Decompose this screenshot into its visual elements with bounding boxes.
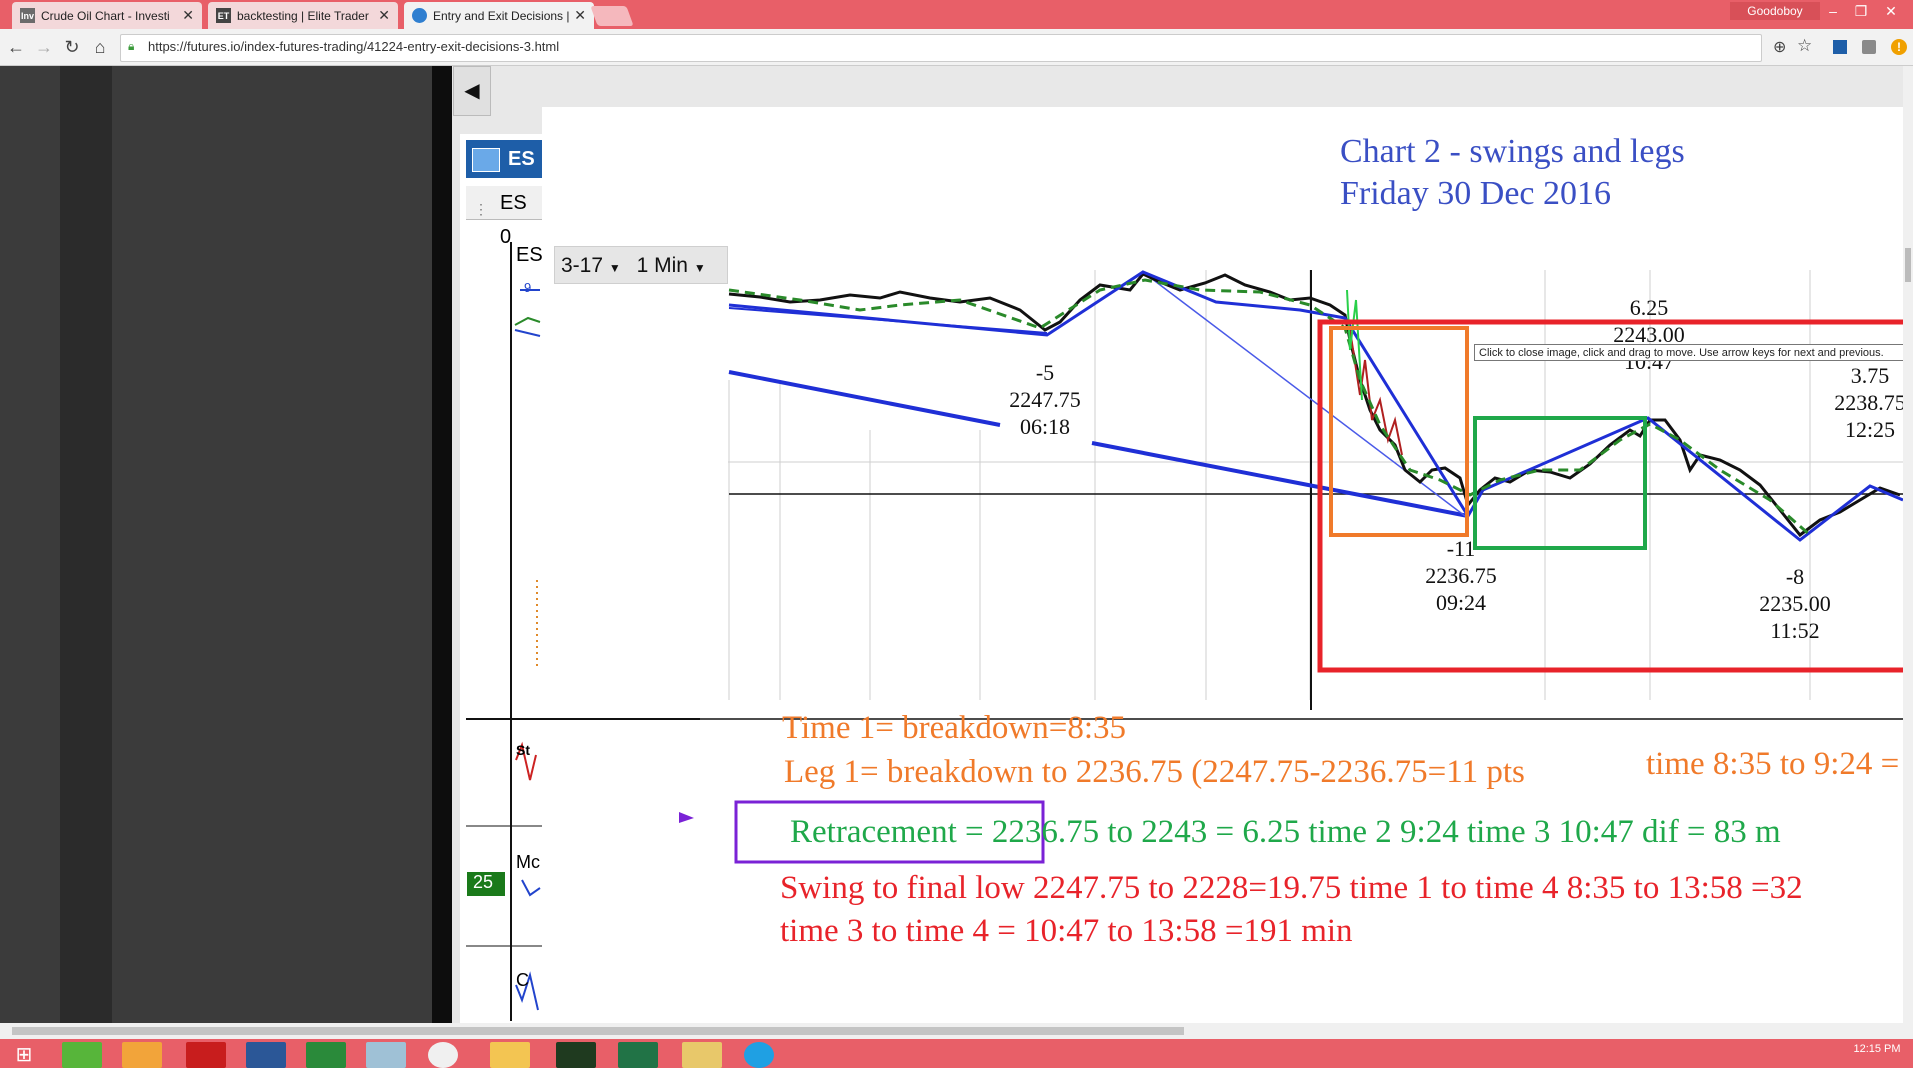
annotation-label: -5 2247.75 06:18 — [1009, 360, 1081, 439]
chrome-icon[interactable] — [428, 1042, 458, 1068]
contract-label: 3-17 — [561, 254, 604, 277]
note-time1: Time 1= breakdown=8:35 — [782, 710, 1126, 746]
chart-subtitle: Friday 30 Dec 2016 — [1340, 175, 1612, 212]
app-icon[interactable] — [366, 1042, 406, 1068]
annotation-label: -11 2236.75 09:24 — [1425, 536, 1497, 615]
study-fragment: C — [516, 970, 529, 990]
annotation-label: -8 2235.00 11:52 — [1759, 564, 1831, 643]
trend-line — [1091, 441, 1469, 518]
cannabis-app-icon[interactable] — [556, 1042, 596, 1068]
excel-icon[interactable] — [618, 1042, 658, 1068]
interval-label: 1 Min — [636, 254, 688, 277]
price-fragment: 9 — [524, 280, 532, 295]
taskbar-clock[interactable]: 12:15 PM — [1844, 1043, 1910, 1056]
chevron-down-icon: ▼ — [608, 261, 621, 275]
purple-arrow — [679, 812, 694, 823]
file-explorer-icon[interactable] — [490, 1042, 530, 1068]
note-leg1-time: time 8:35 to 9:24 = — [1646, 746, 1900, 782]
note-time34: time 3 to time 4 = 10:47 to 13:58 =191 m… — [780, 913, 1353, 949]
note-leg1: Leg 1= breakdown to 2236.75 (2247.75-223… — [784, 754, 1525, 790]
acrobat-icon[interactable] — [186, 1042, 226, 1068]
trend-line — [728, 370, 1001, 427]
price-marker-label: 25 — [473, 872, 494, 892]
study-fragment: Mc — [516, 852, 540, 872]
note-retracement: Retracement = 2236.75 to 2243 = 6.25 tim… — [790, 814, 1781, 850]
windows-start-icon[interactable]: ⊞ — [4, 1042, 44, 1068]
annotation-label: 3.75 2238.75 12:25 — [1834, 363, 1906, 442]
store-icon[interactable] — [306, 1042, 346, 1068]
media-player-icon[interactable] — [122, 1042, 162, 1068]
scrollbar-thumb[interactable] — [1905, 248, 1911, 282]
word-icon[interactable] — [246, 1042, 286, 1068]
interval-dropdown[interactable]: 3-17 ▼ 1 Min ▼ — [554, 246, 728, 284]
utorrent-icon[interactable] — [62, 1042, 102, 1068]
vertical-scrollbar[interactable] — [1903, 66, 1913, 1023]
chevron-down-icon: ▼ — [693, 261, 706, 275]
folder-icon[interactable] — [682, 1042, 722, 1068]
annotation-label: 6.25 2243.00 10:47 — [1613, 295, 1685, 374]
skype-icon[interactable] — [744, 1042, 774, 1068]
image-tooltip: Click to close image, click and drag to … — [1474, 344, 1913, 361]
chart-title: Chart 2 - swings and legs — [1340, 133, 1685, 170]
note-swing: Swing to final low 2247.75 to 2228=19.75… — [780, 870, 1803, 906]
windows-taskbar — [0, 1039, 1913, 1068]
symbol-fragment: ES — [516, 244, 543, 266]
study-fragment: St — [516, 742, 530, 758]
scrollbar-thumb[interactable] — [12, 1027, 1184, 1035]
